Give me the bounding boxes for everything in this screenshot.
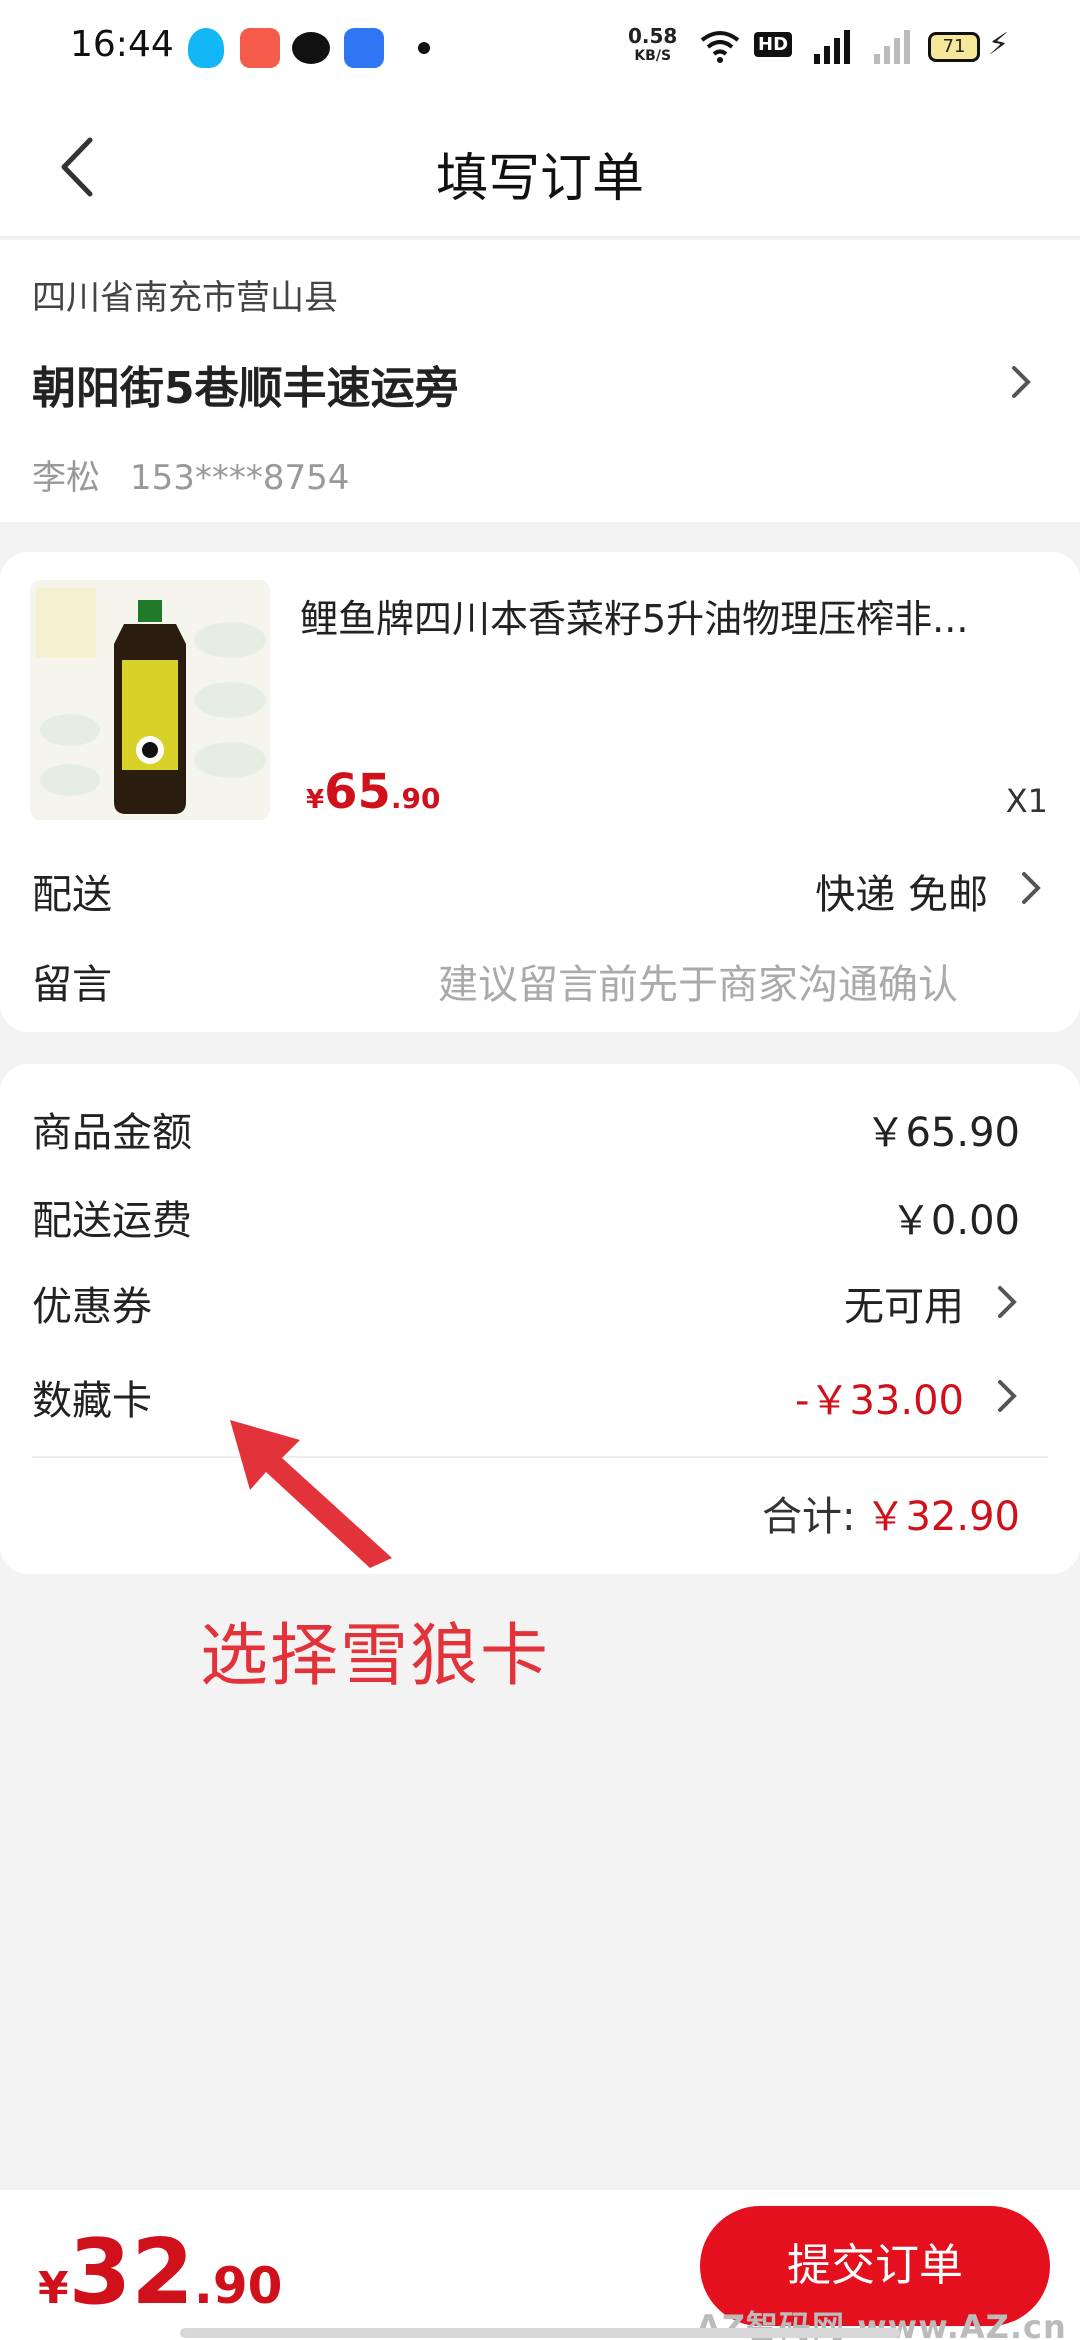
qq-icon: [188, 28, 224, 68]
contact-name: 李松: [32, 458, 100, 498]
net-speed: 0.58 KB/S: [628, 24, 678, 64]
total-label: 合计:: [762, 1494, 856, 1540]
freight-row: 配送运费 ￥0.00: [32, 1188, 1020, 1248]
goods-amount-row: 商品金额 ￥65.90: [32, 1100, 1020, 1160]
shipping-row[interactable]: 配送 快递 免邮: [32, 862, 1048, 920]
product-image[interactable]: [30, 580, 270, 820]
address-street: 朝阳街5巷顺丰速运旁: [32, 363, 459, 414]
shipping-label: 配送: [32, 872, 112, 918]
product-price: ¥65.90: [306, 764, 441, 820]
shipping-value: 快递 免邮: [815, 872, 988, 918]
chevron-right-icon: [998, 1286, 1017, 1318]
product-quantity: X1: [1005, 782, 1048, 820]
coupon-label: 优惠券: [32, 1284, 152, 1330]
bottom-total-price: ¥32.90: [38, 2220, 283, 2325]
price-summary-card: 商品金额 ￥65.90 配送运费 ￥0.00 优惠券 无可用 数藏卡 -￥33.…: [0, 1064, 1080, 1574]
wechat-icon: [292, 32, 330, 64]
address-region: 四川省南充市营山县: [32, 278, 338, 318]
page-title: 填写订单: [435, 149, 644, 209]
goods-amount-value: ￥65.90: [865, 1110, 1020, 1156]
contact-phone: 153****8754: [130, 458, 350, 498]
annotation-text: 选择雪狼卡: [200, 1617, 551, 1696]
message-label: 留言: [32, 962, 112, 1008]
annotation-arrow-icon: [230, 1420, 392, 1568]
product-name[interactable]: 鲤鱼牌四川本香菜籽5升油物理压榨非...: [300, 588, 1030, 643]
notification-dot-icon: [418, 42, 430, 54]
hd-icon: HD: [754, 32, 793, 57]
collectible-card-label: 数藏卡: [32, 1378, 152, 1424]
video-app-icon: [240, 28, 280, 68]
coupon-row[interactable]: 优惠券 无可用: [32, 1274, 1020, 1334]
divider: [32, 1456, 1048, 1458]
status-bar: 16:44 0.58 KB/S HD 71 ⚡: [0, 0, 1080, 96]
coupon-value: 无可用: [844, 1284, 964, 1330]
charging-icon: ⚡: [988, 27, 1010, 62]
address-contact: 李松 153****8754: [32, 450, 349, 499]
signal-icon-2: [874, 30, 910, 64]
freight-label: 配送运费: [32, 1198, 192, 1244]
infinity-app-icon: [344, 28, 384, 68]
chevron-right-icon: [998, 1380, 1017, 1412]
battery-icon: 71: [928, 32, 980, 62]
collectible-card-value: -￥33.00: [795, 1378, 964, 1424]
chevron-right-icon[interactable]: [1006, 362, 1036, 402]
goods-amount-label: 商品金额: [32, 1110, 192, 1156]
bottom-bar: ¥32.90 提交订单 AZ智码网 www.AZ.cn: [0, 2190, 1080, 2340]
home-indicator[interactable]: [180, 2328, 900, 2338]
freight-value: ￥0.00: [890, 1198, 1020, 1244]
page-header: 填写订单: [0, 96, 1080, 238]
address-card[interactable]: 四川省南充市营山县 朝阳街5巷顺丰速运旁 李松 153****8754: [0, 240, 1080, 522]
message-row: 留言 建议留言前先于商家沟通确认: [32, 952, 1048, 1010]
collectible-card-row[interactable]: 数藏卡 -￥33.00: [32, 1368, 1020, 1428]
order-item-card: 鲤鱼牌四川本香菜籽5升油物理压榨非... ¥65.90 X1 配送 快递 免邮 …: [0, 552, 1080, 1032]
chevron-right-icon: [1022, 872, 1041, 904]
status-time: 16:44: [70, 24, 174, 65]
wifi-icon: [700, 31, 740, 63]
total-value: ￥32.90: [865, 1494, 1020, 1540]
total-row: 合计: ￥32.90: [762, 1484, 1020, 1542]
signal-icon: [814, 30, 850, 64]
message-input[interactable]: 建议留言前先于商家沟通确认: [438, 952, 958, 1010]
